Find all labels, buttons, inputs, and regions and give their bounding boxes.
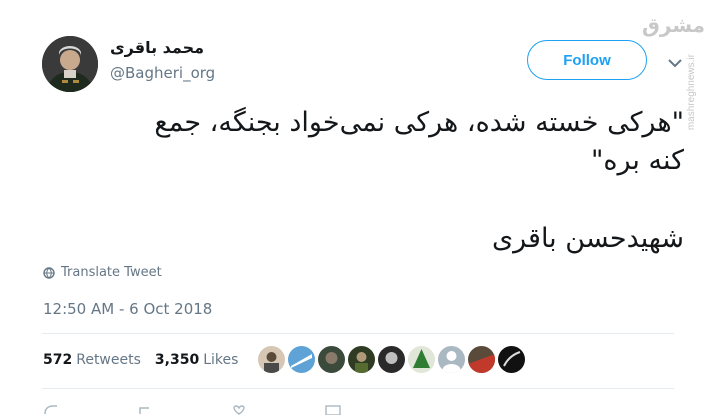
chevron-down-icon[interactable] <box>668 58 682 68</box>
liker-avatar[interactable] <box>288 346 315 373</box>
follow-button[interactable]: Follow <box>527 40 647 80</box>
retweets-label: Retweets <box>76 352 141 368</box>
avatar[interactable] <box>42 36 98 92</box>
retweets-count: 572 <box>43 352 73 368</box>
watermark: مشرق mashreghnews.ir <box>642 13 706 130</box>
liker-avatar[interactable] <box>498 346 525 373</box>
likes-count: 3,350 <box>154 352 200 368</box>
watermark-site: mashreghnews.ir <box>686 54 697 131</box>
liker-avatar[interactable] <box>468 346 495 373</box>
tweet-line: "هرکی خسته شده، هرکی نمی‌خواد بجنگه، جمع <box>154 107 684 138</box>
liker-avatar[interactable] <box>258 346 285 373</box>
tweet-stats: 572 Retweets 3,350 Likes <box>43 352 238 368</box>
liker-avatar[interactable] <box>438 346 465 373</box>
timestamp[interactable]: 12:50 AM - 6 Oct 2018 <box>43 300 212 318</box>
liker-avatar[interactable] <box>408 346 435 373</box>
divider <box>42 333 674 334</box>
tweet-text: "هرکی خسته شده، هرکی نمی‌خواد بجنگه، جمع… <box>60 104 684 258</box>
author-handle[interactable]: @Bagheri_org <box>110 64 215 82</box>
tweet-line: شهیدحسن باقری <box>492 223 684 254</box>
translate-tweet[interactable]: Translate Tweet <box>43 265 162 280</box>
likes-stat[interactable]: 3,350 Likes <box>155 352 239 368</box>
liker-avatar[interactable] <box>378 346 405 373</box>
liker-avatar[interactable] <box>348 346 375 373</box>
watermark-logo: مشرق <box>642 13 706 37</box>
liker-avatar[interactable] <box>318 346 345 373</box>
likers-avatars <box>258 346 525 373</box>
likes-label: Likes <box>203 352 239 368</box>
translate-label: Translate Tweet <box>61 265 162 280</box>
tweet-card: محمد باقری @Bagheri_org Follow مشرق mash… <box>0 0 716 416</box>
divider <box>42 388 674 389</box>
retweets-stat[interactable]: 572 Retweets <box>43 352 141 368</box>
tweet-line: کنه بره" <box>590 145 684 176</box>
author-display-name[interactable]: محمد باقری <box>110 38 204 57</box>
globe-icon <box>43 266 55 279</box>
